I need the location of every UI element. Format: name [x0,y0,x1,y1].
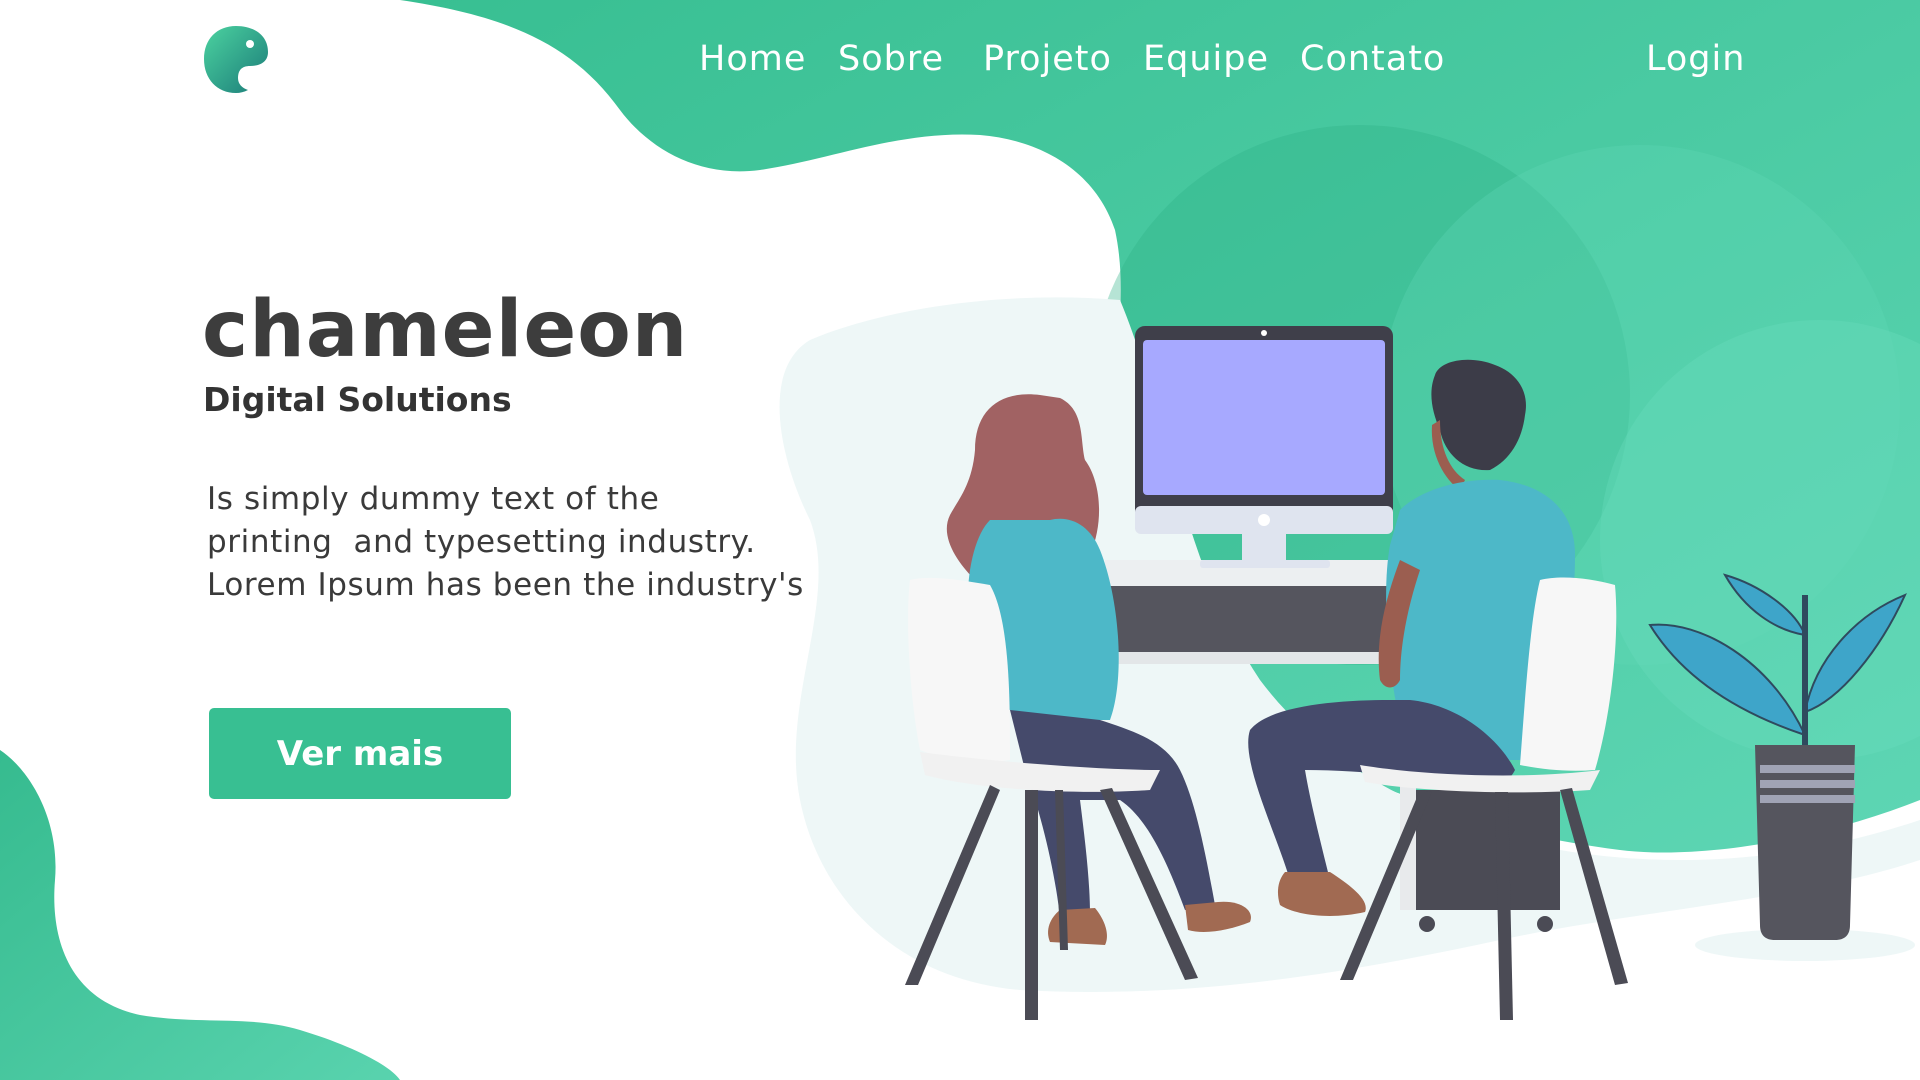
hero-description-line: printing and typesetting industry. [207,524,756,560]
pc-wheel-1 [1419,916,1435,932]
plant-leaf-right [1803,593,1907,714]
monitor-camera-dot [1261,330,1267,336]
nav-item-sobre[interactable]: Sobre [838,34,944,84]
ver-mais-button[interactable]: Ver mais [209,708,511,799]
woman-chair-leg-2 [1025,790,1038,1020]
woman-chair-back [908,577,1010,762]
plant-stem [1802,595,1808,745]
nav-item-home[interactable]: Home [699,34,806,84]
man-shoe [1277,872,1366,916]
monitor-button [1258,514,1270,526]
man-hair [1431,359,1526,471]
man-chair-leg-3 [1560,788,1628,985]
plant-pot-stripe-1 [1760,765,1855,773]
nav-item-equipe[interactable]: Equipe [1143,34,1269,84]
pc-tower [1410,790,1560,910]
nav-item-contato[interactable]: Contato [1300,34,1445,84]
desk-bottom [1115,652,1415,664]
hero-description-line: Is simply dummy text of the [207,481,660,517]
login-link[interactable]: Login [1646,34,1745,84]
nav-item-projeto[interactable]: Projeto [983,34,1112,84]
monitor-stand [1242,532,1286,560]
woman-shoe-right [1185,901,1251,933]
plant-leaf-top [1722,573,1807,637]
plant-pot [1755,745,1855,940]
pc-wheel-2 [1537,916,1553,932]
woman-shoe-left [1048,908,1107,945]
hero-subtitle: Digital Solutions [203,380,512,419]
hero-description-line: Lorem Ipsum has been the industry's [207,567,804,603]
plant-pot-stripe-3 [1760,795,1855,803]
woman-chair-leg-1 [905,785,1000,985]
plant-pot-stripe-2 [1760,780,1855,788]
monitor-screen [1143,340,1385,495]
hero-description: Is simply dummy text of the printing and… [207,478,887,607]
monitor-base [1200,560,1330,568]
chameleon-logo-icon[interactable] [200,22,272,94]
plant-leaf-left [1648,623,1807,737]
hero-title: chameleon [202,285,689,375]
desk-body [1108,586,1406,656]
